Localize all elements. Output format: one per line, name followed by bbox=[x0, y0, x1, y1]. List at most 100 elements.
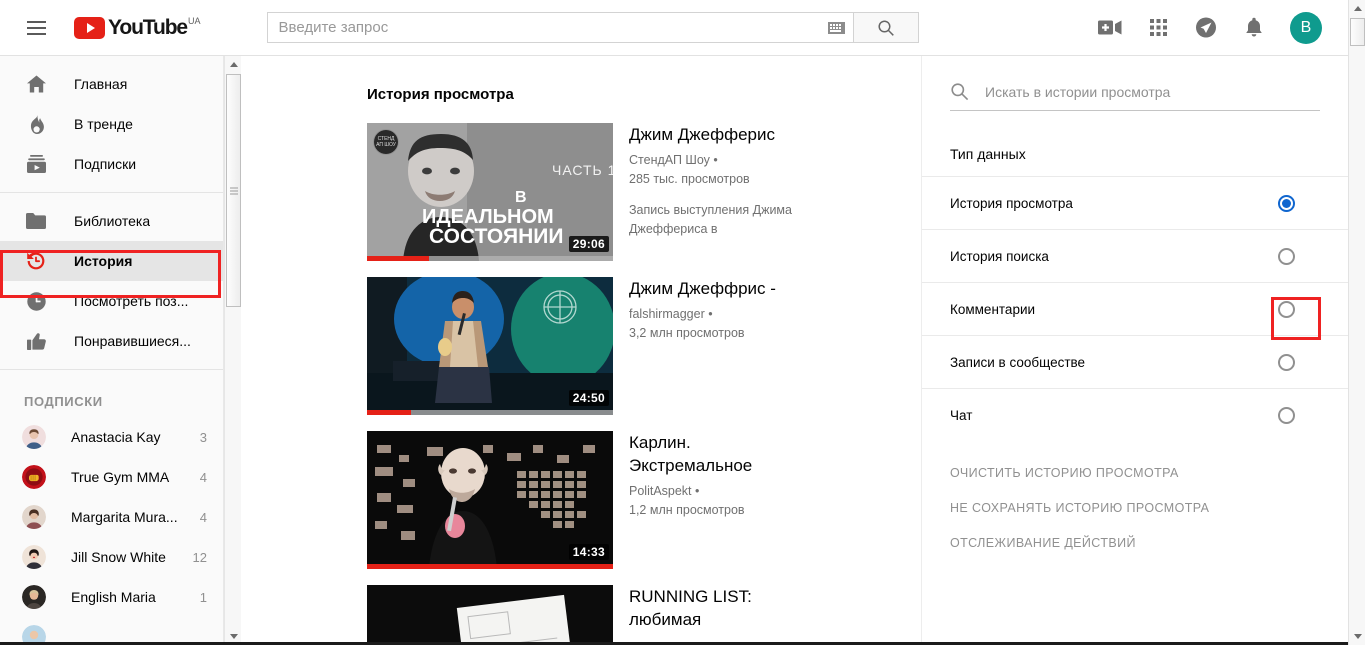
sidebar-item-history[interactable]: История bbox=[0, 241, 223, 281]
video-views: 3,2 млн просмотров bbox=[629, 326, 745, 340]
notifications-bell-icon[interactable] bbox=[1242, 16, 1266, 40]
radio-community-posts[interactable] bbox=[1278, 353, 1295, 371]
watch-progress-fill bbox=[367, 256, 429, 261]
sidebar-item-label: Главная bbox=[74, 76, 128, 92]
sidebar-scrollbar-thumb[interactable] bbox=[226, 74, 241, 307]
sidebar-scrollbar[interactable] bbox=[224, 56, 241, 645]
pause-watch-history-button[interactable]: НЕ СОХРАНЯТЬ ИСТОРИЮ ПРОСМОТРА bbox=[922, 490, 1348, 525]
sidebar-subscription-item[interactable]: English Maria 1 bbox=[0, 577, 223, 617]
activity-controls-button[interactable]: ОТСЛЕЖИВАНИЕ ДЕЙСТВИЙ bbox=[922, 525, 1348, 560]
video-duration: 29:06 bbox=[568, 236, 609, 252]
subscription-count: 4 bbox=[199, 469, 207, 485]
thumbnail-art: running bbox=[367, 585, 613, 645]
subscription-name: Margarita Mura... bbox=[71, 509, 178, 525]
sidebar-item-liked-videos[interactable]: Понравившиеся... bbox=[0, 321, 223, 361]
option-comments[interactable]: Комментарии bbox=[922, 282, 1348, 335]
page-scrollbar-thumb[interactable] bbox=[1350, 18, 1365, 46]
video-title[interactable]: Джим Джефферис bbox=[629, 123, 799, 146]
avatar[interactable]: B bbox=[1290, 11, 1322, 44]
avatar bbox=[22, 425, 46, 449]
sidebar-subscription-item[interactable]: Jill Snow White 12 bbox=[0, 537, 223, 577]
option-search-history[interactable]: История поиска bbox=[922, 229, 1348, 282]
search-button[interactable] bbox=[853, 12, 919, 43]
keyboard-icon[interactable] bbox=[827, 21, 845, 34]
main-content: История просмотра ЧАСТЬ 1 В ИДЕАЛЬНОМ СО… bbox=[242, 56, 920, 645]
history-video-row[interactable]: 14:33 Карлин. Экстремальное PolitAspekt … bbox=[242, 431, 920, 585]
hamburger-menu-icon[interactable] bbox=[16, 8, 56, 48]
radio-search-history[interactable] bbox=[1278, 247, 1295, 265]
video-title[interactable]: Джим Джеффрис - bbox=[629, 277, 799, 300]
search-area bbox=[266, 12, 919, 43]
history-video-row[interactable]: 24:50 Джим Джеффрис - falshirmagger • 3,… bbox=[242, 277, 920, 431]
option-chat[interactable]: Чат bbox=[922, 388, 1348, 441]
subscriptions-icon bbox=[24, 155, 48, 173]
avatar bbox=[22, 585, 46, 609]
option-community-posts[interactable]: Записи в сообществе bbox=[922, 335, 1348, 388]
scroll-down-arrow-icon[interactable] bbox=[1349, 628, 1365, 645]
subscription-name: Jill Snow White bbox=[71, 549, 166, 565]
history-search-box[interactable] bbox=[950, 82, 1320, 111]
radio-comments[interactable] bbox=[1278, 300, 1295, 318]
page-scrollbar[interactable] bbox=[1348, 0, 1365, 645]
video-metadata: Джим Джефферис СтендАП Шоу • 285 тыс. пр… bbox=[613, 123, 920, 261]
sidebar-subscription-item[interactable] bbox=[0, 617, 223, 645]
search-icon bbox=[877, 19, 894, 36]
video-thumbnail[interactable]: 24:50 bbox=[367, 277, 613, 415]
video-title[interactable]: RUNNING LIST: любимая bbox=[629, 585, 799, 631]
subscription-count: 1 bbox=[199, 589, 207, 605]
trending-flame-icon bbox=[24, 114, 48, 134]
option-label: История поиска bbox=[950, 248, 1049, 264]
video-channel[interactable]: falshirmagger • bbox=[629, 305, 920, 324]
video-metadata: RUNNING LIST: любимая bbox=[613, 585, 920, 645]
sidebar-item-library[interactable]: Библиотека bbox=[0, 201, 223, 241]
sidebar-item-watch-later[interactable]: Посмотреть поз... bbox=[0, 281, 223, 321]
video-description: Запись выступления Джима Джеффериса в bbox=[629, 203, 792, 236]
history-video-row[interactable]: ЧАСТЬ 1 В ИДЕАЛЬНОМ СОСТОЯНИИ СТЕНД АП ШО… bbox=[242, 123, 920, 277]
messages-icon[interactable] bbox=[1194, 16, 1218, 40]
clear-watch-history-button[interactable]: ОЧИСТИТЬ ИСТОРИЮ ПРОСМОТРА bbox=[922, 455, 1348, 490]
search-input[interactable] bbox=[278, 19, 828, 36]
svg-text:В: В bbox=[515, 189, 527, 206]
sidebar-item-trending[interactable]: В тренде bbox=[0, 104, 223, 144]
scroll-up-arrow-icon[interactable] bbox=[1349, 0, 1365, 17]
video-duration: 14:33 bbox=[568, 544, 609, 560]
history-search-input[interactable] bbox=[985, 83, 1320, 100]
history-video-row[interactable]: running RUNNING LIST: любимая bbox=[242, 585, 920, 645]
sidebar-subscription-item[interactable]: True Gym MMA 4 bbox=[0, 457, 223, 497]
history-settings-panel: Тип данных История просмотра История пои… bbox=[921, 56, 1348, 645]
video-thumbnail[interactable]: running bbox=[367, 585, 613, 645]
sidebar-subscription-item[interactable]: Margarita Mura... 4 bbox=[0, 497, 223, 537]
sidebar-subscription-item[interactable]: Anastacia Kay 3 bbox=[0, 417, 223, 457]
sidebar-item-home[interactable]: Главная bbox=[0, 64, 223, 104]
watch-later-clock-icon bbox=[24, 291, 48, 311]
radio-watch-history[interactable] bbox=[1278, 194, 1295, 212]
data-type-heading: Тип данных bbox=[950, 146, 1026, 162]
video-duration: 24:50 bbox=[568, 390, 609, 406]
search-box[interactable] bbox=[266, 12, 854, 43]
video-views: 285 тыс. просмотров bbox=[629, 172, 750, 186]
sidebar-item-subscriptions[interactable]: Подписки bbox=[0, 144, 223, 184]
scroll-up-arrow-icon[interactable] bbox=[225, 56, 242, 73]
watch-progress-fill bbox=[367, 564, 613, 569]
create-video-icon[interactable] bbox=[1098, 16, 1122, 40]
watch-progress-fill bbox=[367, 410, 412, 415]
subscriptions-heading: ПОДПИСКИ bbox=[24, 394, 103, 409]
sidebar-library-section: Библиотека История Посмотреть поз... Пон… bbox=[0, 193, 223, 370]
option-watch-history[interactable]: История просмотра bbox=[922, 176, 1348, 229]
sidebar-item-label: История bbox=[74, 253, 133, 269]
youtube-logo[interactable]: YouTube UA bbox=[74, 15, 201, 40]
video-channel[interactable]: СтендАП Шоу • bbox=[629, 151, 920, 170]
avatar bbox=[22, 465, 46, 489]
scrollbar-grip-icon bbox=[230, 185, 238, 196]
youtube-play-icon bbox=[74, 17, 105, 39]
sidebar-subscriptions-section: ПОДПИСКИ Anastacia Kay 3 True Gym MMA 4 … bbox=[0, 370, 223, 645]
radio-chat[interactable] bbox=[1278, 406, 1295, 424]
video-thumbnail[interactable]: 14:33 bbox=[367, 431, 613, 569]
option-label: Записи в сообществе bbox=[950, 354, 1086, 370]
search-icon bbox=[951, 83, 969, 101]
video-channel[interactable]: PolitAspekt • bbox=[629, 482, 920, 501]
subscription-name: True Gym MMA bbox=[71, 469, 170, 485]
video-title[interactable]: Карлин. Экстремальное bbox=[629, 431, 799, 477]
apps-grid-icon[interactable] bbox=[1146, 16, 1170, 40]
video-thumbnail[interactable]: ЧАСТЬ 1 В ИДЕАЛЬНОМ СОСТОЯНИИ СТЕНД АП ШО… bbox=[367, 123, 613, 261]
